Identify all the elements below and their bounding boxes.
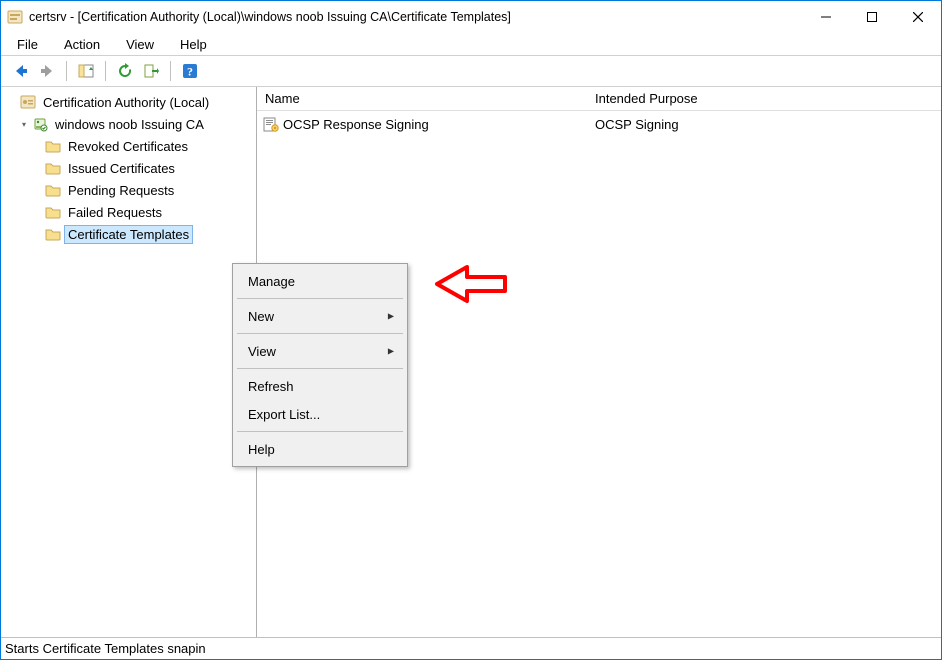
list-cell-purpose: OCSP Signing <box>587 117 941 132</box>
list-row[interactable]: OCSP Response Signing OCSP Signing <box>257 113 941 135</box>
context-menu-refresh[interactable]: Refresh <box>236 372 404 400</box>
tree-root-cert-authority[interactable]: Certification Authority (Local) <box>3 91 254 113</box>
app-window: certsrv - [Certification Authority (Loca… <box>0 0 942 660</box>
tree-revoked-certificates[interactable]: Revoked Certificates <box>3 135 254 157</box>
tree-item-label: Certificate Templates <box>65 226 192 243</box>
tree-certificate-templates[interactable]: Certificate Templates <box>3 223 254 245</box>
maximize-button[interactable] <box>849 1 895 33</box>
toolbar: ? <box>1 55 941 87</box>
app-icon <box>7 9 23 25</box>
tree-root-label: Certification Authority (Local) <box>40 94 212 111</box>
list-header: Name Intended Purpose <box>257 87 941 111</box>
menu-help[interactable]: Help <box>174 35 213 54</box>
statusbar-text: Starts Certificate Templates snapin <box>5 641 206 656</box>
tree-pending-requests[interactable]: Pending Requests <box>3 179 254 201</box>
folder-icon <box>45 226 61 242</box>
context-menu-manage[interactable]: Manage <box>236 267 404 295</box>
menubar: File Action View Help <box>1 33 941 55</box>
svg-text:?: ? <box>187 65 193 79</box>
tree-issued-certificates[interactable]: Issued Certificates <box>3 157 254 179</box>
statusbar: Starts Certificate Templates snapin <box>1 637 941 659</box>
folder-icon <box>45 182 61 198</box>
list-body[interactable]: OCSP Response Signing OCSP Signing <box>257 111 941 137</box>
tree-failed-requests[interactable]: Failed Requests <box>3 201 254 223</box>
column-header-intended-purpose[interactable]: Intended Purpose <box>587 88 941 109</box>
tree-item-label: Pending Requests <box>65 182 177 199</box>
menu-view[interactable]: View <box>120 35 160 54</box>
menu-file[interactable]: File <box>11 35 44 54</box>
main-content: Certification Authority (Local) ▾ <box>1 87 941 637</box>
titlebar: certsrv - [Certification Authority (Loca… <box>1 1 941 33</box>
chevron-down-icon[interactable] <box>5 95 19 109</box>
tree-issuing-ca[interactable]: ▾ <box>3 113 254 135</box>
refresh-button[interactable] <box>113 59 137 83</box>
nav-forward-button[interactable] <box>35 59 59 83</box>
tree-ca-label: windows noob Issuing CA <box>52 116 207 133</box>
help-button[interactable]: ? <box>178 59 202 83</box>
context-menu-separator <box>237 368 403 369</box>
minimize-button[interactable] <box>803 1 849 33</box>
scope-tree[interactable]: Certification Authority (Local) ▾ <box>3 91 254 245</box>
close-button[interactable] <box>895 1 941 33</box>
list-cell-name: OCSP Response Signing <box>283 117 429 132</box>
tree-item-label: Failed Requests <box>65 204 165 221</box>
folder-icon <box>45 138 61 154</box>
context-menu-export-list[interactable]: Export List... <box>236 400 404 428</box>
ca-server-icon <box>32 116 48 132</box>
folder-icon <box>45 160 61 176</box>
chevron-down-icon[interactable]: ▾ <box>17 117 31 131</box>
context-menu-help[interactable]: Help <box>236 435 404 463</box>
window-title: certsrv - [Certification Authority (Loca… <box>29 10 511 24</box>
tree-item-label: Issued Certificates <box>65 160 178 177</box>
column-header-name[interactable]: Name <box>257 88 587 109</box>
folder-icon <box>45 204 61 220</box>
context-menu-separator <box>237 333 403 334</box>
cert-authority-icon <box>20 94 36 110</box>
show-hide-tree-button[interactable] <box>74 59 98 83</box>
context-menu-new[interactable]: New <box>236 302 404 330</box>
context-menu: Manage New View Refresh Export List... H… <box>232 263 408 467</box>
tree-item-label: Revoked Certificates <box>65 138 191 155</box>
tree-pane: Certification Authority (Local) ▾ <box>1 87 257 637</box>
nav-back-button[interactable] <box>9 59 33 83</box>
menu-action[interactable]: Action <box>58 35 106 54</box>
export-list-button[interactable] <box>139 59 163 83</box>
context-menu-separator <box>237 431 403 432</box>
context-menu-view[interactable]: View <box>236 337 404 365</box>
certificate-template-icon <box>263 116 279 132</box>
context-menu-separator <box>237 298 403 299</box>
